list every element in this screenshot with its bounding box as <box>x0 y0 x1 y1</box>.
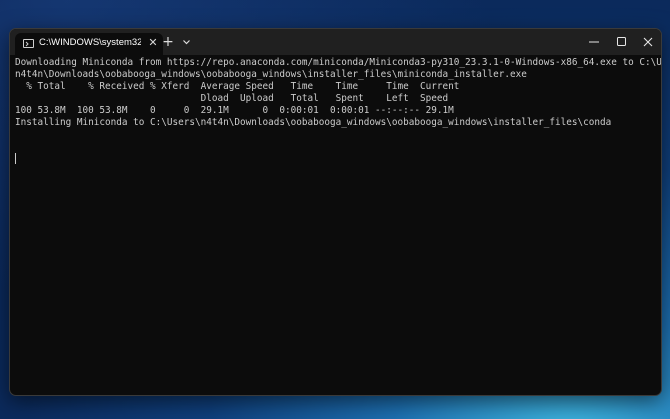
terminal-line: Dload Upload Total Spent Left Speed <box>15 93 449 104</box>
terminal-line: Installing Miniconda to C:\Users\n4t4n\D… <box>15 117 612 128</box>
terminal-line: n4t4n\Downloads\oobabooga_windows\oobabo… <box>15 69 527 80</box>
minimize-icon <box>589 41 599 43</box>
maximize-icon <box>617 37 626 46</box>
close-icon <box>643 37 653 47</box>
tab-title: C:\WINDOWS\system32\cmd. <box>39 37 141 48</box>
terminal-output[interactable]: Downloading Miniconda from https://repo.… <box>15 57 661 391</box>
tab-cmd[interactable]: C:\WINDOWS\system32\cmd. ✕ <box>15 33 163 55</box>
terminal-line: 100 53.8M 100 53.8M 0 0 29.1M 0 0:00:01 … <box>15 105 454 116</box>
maximize-button[interactable] <box>608 29 636 55</box>
terminal-window: C:\WINDOWS\system32\cmd. ✕ + Dow <box>9 28 662 396</box>
text-cursor <box>15 153 16 164</box>
terminal-line: Downloading Miniconda from https://repo.… <box>15 57 662 68</box>
chevron-down-icon[interactable] <box>180 34 192 50</box>
close-window-button[interactable] <box>634 29 661 55</box>
minimize-button[interactable] <box>580 29 608 55</box>
terminal-icon <box>23 39 34 48</box>
terminal-line: % Total % Received % Xferd Average Speed… <box>15 81 460 92</box>
new-tab-button[interactable]: + <box>161 34 175 50</box>
title-bar[interactable]: C:\WINDOWS\system32\cmd. ✕ + <box>10 29 661 55</box>
close-tab-icon[interactable]: ✕ <box>146 36 160 50</box>
